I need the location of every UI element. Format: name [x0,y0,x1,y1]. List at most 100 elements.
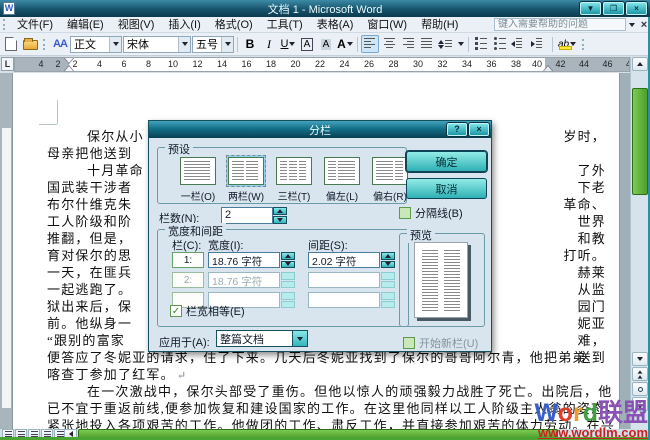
right-indent-marker[interactable] [543,66,553,72]
distribute-button[interactable] [418,35,436,53]
text-boundary-mark [39,124,57,125]
column-1-width-spinner[interactable] [281,252,295,268]
text-boundary-mark [57,100,58,124]
character-scale-button[interactable]: A [336,35,354,53]
minimize-button[interactable]: ▼ [580,2,601,15]
combo-arrow-icon[interactable] [178,37,190,52]
start-new-column-checkbox: 开始新栏(U) [403,335,478,351]
decrease-indent-button[interactable] [510,35,529,53]
text-line: 已不宜于重返前线,便参加恢复和建设国家的工作。在这里他同样以工人阶级主人翁的姿态… [47,400,606,417]
preset-label: 两栏(W) [224,188,268,203]
text-line-left: 喀查丁参加了红军。 [47,367,175,382]
preset-two-icon [228,157,264,185]
cancel-button[interactable]: 取消 [406,178,487,199]
preset-one[interactable]: 一栏(O) [176,157,220,203]
italic-button[interactable]: I [260,35,278,53]
character-shading-button-glyph: A [321,39,332,50]
width-spacing-group: 宽度和间距 栏(C): 宽度(I): 间距(S): 1:18.76 字符2.02… [157,229,409,327]
text-line-right: 妮亚 [578,315,606,332]
increase-indent-button[interactable] [530,35,549,53]
dialog-help-button[interactable]: ? [447,123,467,136]
col-header: 栏(C): [172,237,201,253]
help-question-box[interactable]: 键入需要帮助的问题 [494,18,626,31]
width-header: 宽度(I): [208,237,243,253]
text-line-right: 岁时， [563,128,606,145]
close-button[interactable]: × [626,2,647,15]
font-size-combo[interactable]: 五号 [192,36,234,53]
watermark-url: www.wordlm.com [535,426,648,439]
align-center-button[interactable] [380,35,398,53]
combo-arrow-icon[interactable] [109,37,121,52]
vertical-ruler[interactable] [0,73,13,429]
columns-count-spinner[interactable] [273,207,287,224]
column-1-width-input[interactable]: 18.76 字符 [208,252,280,268]
restore-button[interactable]: ❐ [603,2,624,15]
spacing-header: 间距(S): [308,237,348,253]
styles-and-formatting-button[interactable]: AA [51,35,69,53]
paragraph-mark-icon: ↵ [177,370,187,382]
new-document-button[interactable] [2,35,20,53]
bullets-button[interactable] [491,35,509,53]
font-combo[interactable]: 宋体 [123,36,191,53]
column-2-spacing-spinner [381,272,395,288]
open-button[interactable] [21,35,39,53]
text-line-right: 了外 [578,162,606,179]
apply-to-dropdown[interactable]: 整篇文档 [216,330,308,347]
scroll-down-button[interactable] [632,352,648,366]
menu-item-4[interactable]: 格式(O) [208,17,260,33]
ruler-number: 22 [315,59,325,69]
line-spacing-button[interactable] [437,35,465,53]
character-border-button[interactable]: A [298,35,316,53]
bold-button[interactable]: B [241,35,259,53]
preset-three[interactable]: 三栏(T) [272,157,316,203]
scroll-up-button[interactable] [632,57,648,71]
underline-button[interactable]: U [279,35,297,53]
dialog-close-button[interactable]: × [469,123,489,136]
menu-item-8[interactable]: 帮助(H) [414,17,465,33]
preset-two[interactable]: 两栏(W) [224,157,268,203]
preset-left2[interactable]: 偏左(L) [320,157,364,203]
first-line-indent-marker[interactable] [64,57,74,63]
text-line-right: 下老 [578,179,606,196]
columns-dialog: 分栏 ?× 预设 一栏(O)两栏(W)三栏(T)偏左(L)偏右(R) 确定 取消… [148,120,492,352]
ruler-number: 10 [168,59,178,69]
watermark-brand-cn: 联盟 [598,399,648,427]
menu-item-6[interactable]: 表格(A) [310,17,361,33]
character-shading-button[interactable]: A [317,35,335,53]
dropdown-arrow-icon[interactable] [292,331,307,346]
menu-item-1[interactable]: 编辑(E) [60,17,111,33]
checkbox-icon[interactable] [399,207,411,219]
menu-item-2[interactable]: 视图(V) [111,17,162,33]
menu-item-3[interactable]: 插入(I) [161,17,207,33]
menu-item-0[interactable]: 文件(F) [10,17,60,33]
text-line-left: 母亲把他送到 [47,146,132,161]
combo-arrow-icon[interactable] [221,37,233,52]
previous-page-button[interactable] [632,367,648,381]
columns-count-input[interactable]: 2 [221,207,273,224]
help-question-text: 键入需要帮助的问题 [498,19,588,30]
column-1-spacing-spinner[interactable] [381,252,395,268]
align-right-button[interactable] [399,35,417,53]
help-dropdown-icon[interactable] [626,23,638,27]
equal-width-checkbox[interactable]: ✓ 栏宽相等(E) [170,303,245,319]
column-1-spacing-input[interactable]: 2.02 字符 [308,252,380,268]
ruler-number: 2 [55,59,60,69]
menu-item-7[interactable]: 窗口(W) [360,17,414,33]
vertical-scroll-thumb[interactable] [632,88,648,195]
numbering-button[interactable] [472,35,490,53]
tab-selector[interactable]: L [1,57,14,71]
ruler-number: 46 [602,59,612,69]
hanging-indent-marker[interactable] [64,66,74,72]
checkbox-icon[interactable]: ✓ [170,305,182,317]
line-between-checkbox[interactable]: 分隔线(B) [399,205,463,221]
highlight-button[interactable]: ab [556,35,578,53]
ruler-number: 4 [97,59,102,69]
vertical-scrollbar[interactable] [630,57,648,429]
horizontal-ruler[interactable]: 4224681012141618202224262830323436384042… [14,57,630,72]
select-browse-object-button[interactable] [632,382,648,396]
style-combo[interactable]: 正文 [70,36,122,53]
text-line-left: 保尔从小 [47,129,144,144]
menu-item-5[interactable]: 工具(T) [260,17,310,33]
ok-button[interactable]: 确定 [406,151,487,172]
align-left-button[interactable] [361,35,379,53]
